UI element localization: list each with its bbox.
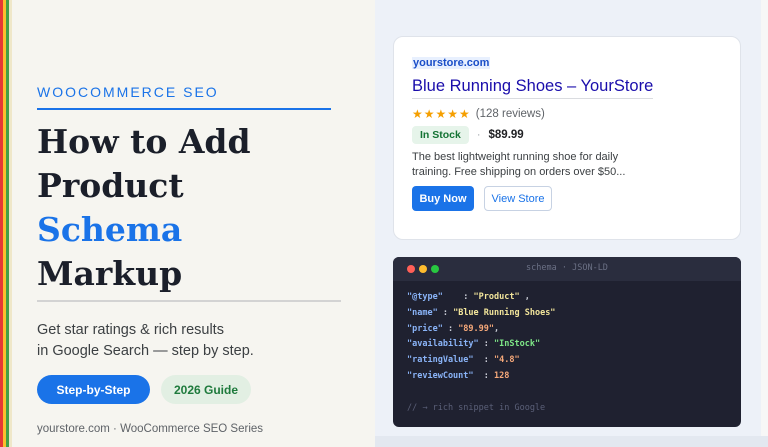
code-window-titlebar: schema · JSON-LD: [393, 257, 741, 281]
code-window-title: schema · JSON-LD: [526, 263, 608, 273]
subtitle-line-2: in Google Search — step by step.: [37, 343, 254, 359]
code-value: 128: [494, 370, 510, 381]
code-line: "@type" : "Product" ,: [407, 290, 555, 306]
title-line-1: How to Add: [37, 122, 251, 161]
code-value: "Blue Running Shoes": [453, 307, 556, 318]
code-line: "ratingValue" : "4.8": [407, 353, 555, 369]
json-ld-code: "@type" : "Product" , "name" : "Blue Runn…: [407, 290, 555, 416]
title-divider: [37, 300, 341, 302]
right-edge: [761, 0, 768, 447]
stock-price-row: In Stock · $89.99: [412, 126, 524, 144]
code-value: "89.99": [458, 323, 495, 334]
code-colon: :: [442, 292, 474, 302]
color-stripes: [0, 0, 12, 447]
result-url[interactable]: yourstore.com: [412, 57, 491, 69]
code-key: "availability": [407, 339, 479, 350]
rating-row: ★★★★★ (128 reviews): [412, 107, 545, 121]
result-title-link[interactable]: Blue Running Shoes – YourStore: [412, 77, 654, 99]
bottom-strip: [375, 436, 768, 447]
eyebrow-underline: [37, 108, 331, 110]
code-colon: :: [473, 355, 495, 366]
preview-panel: yourstore.com Blue Running Shoes – YourS…: [375, 0, 761, 436]
code-line: "reviewCount" : 128: [407, 369, 555, 385]
code-colon: :: [442, 323, 459, 334]
code-key: "@type": [407, 292, 443, 302]
description-line-2: training. Free shipping on orders over $…: [412, 166, 626, 178]
code-value: "Product": [473, 292, 520, 302]
product-price: $89.99: [488, 129, 524, 141]
code-colon: :: [478, 339, 495, 350]
code-key: "reviewCount": [407, 370, 474, 381]
title-line-accent: Schema: [37, 210, 183, 249]
result-description: The best lightweight running shoe for da…: [412, 150, 662, 180]
code-key: "ratingValue": [407, 355, 474, 366]
article-cover-panel: WOOCOMMERCE SEO How to Add Product Schem…: [12, 0, 376, 447]
code-colon: :: [473, 370, 495, 381]
in-stock-badge: In Stock: [412, 126, 469, 144]
guide-year-pill[interactable]: 2026 Guide: [161, 375, 251, 404]
view-store-button[interactable]: View Store: [484, 186, 552, 211]
subtitle-line-1: Get star ratings & rich results: [37, 322, 224, 338]
footer-credit: yourstore.com · WooCommerce SEO Series: [37, 423, 264, 435]
category-eyebrow: WOOCOMMERCE SEO: [37, 84, 219, 100]
code-comment: // → rich snippet in Google: [407, 402, 546, 413]
code-value: "4.8": [494, 355, 520, 366]
code-key: "price": [407, 323, 443, 334]
code-tail: ,: [519, 292, 530, 302]
code-window: schema · JSON-LD "@type" : "Product" , "n…: [393, 257, 741, 427]
separator-dot: ·: [476, 129, 481, 141]
description-line-1: The best lightweight running shoe for da…: [412, 151, 619, 163]
star-icon: ★★★★★: [412, 107, 471, 121]
code-key: "name": [407, 307, 438, 318]
page-title: How to Add Product Schema Markup: [37, 120, 251, 296]
code-line: "availability" : "InStock": [407, 337, 555, 353]
review-count: (128 reviews): [475, 108, 545, 120]
buy-now-button[interactable]: Buy Now: [412, 186, 474, 211]
code-tail: ,: [494, 323, 500, 334]
code-line: "price" : "89.99",: [407, 322, 555, 338]
subtitle: Get star ratings & rich results in Googl…: [37, 320, 337, 362]
search-result-card: yourstore.com Blue Running Shoes – YourS…: [393, 36, 741, 240]
step-by-step-pill[interactable]: Step-by-Step: [37, 375, 150, 404]
title-line-2: Product: [37, 166, 184, 205]
title-line-4: Markup: [37, 254, 183, 293]
code-line: "name" : "Blue Running Shoes": [407, 306, 555, 322]
code-colon: :: [437, 307, 454, 318]
code-value: "InStock": [494, 339, 541, 350]
